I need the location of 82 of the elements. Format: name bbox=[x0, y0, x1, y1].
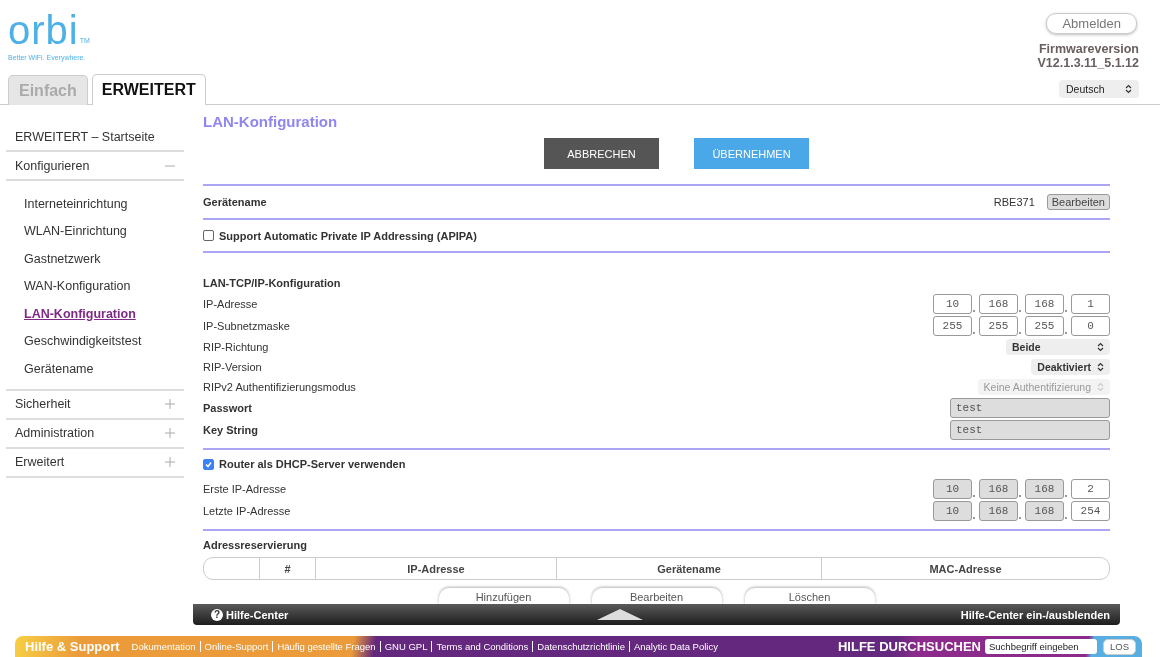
field-label: RIP-Version bbox=[203, 361, 262, 373]
updown-icon bbox=[1097, 362, 1104, 372]
checkbox[interactable] bbox=[203, 458, 214, 470]
ip-octet-field: 168 bbox=[1025, 501, 1064, 521]
sidebar-item[interactable]: ERWEITERT – Startseite bbox=[15, 129, 155, 144]
search-button[interactable]: LOS bbox=[1103, 638, 1136, 655]
language-select[interactable]: Deutsch bbox=[1059, 80, 1139, 98]
sidebar-item[interactable]: Administration bbox=[15, 426, 95, 440]
updown-icon bbox=[1097, 342, 1104, 352]
dropdown-select[interactable]: Beide bbox=[1006, 339, 1110, 355]
ip-octet-field: 168 bbox=[979, 479, 1018, 499]
table-header-cell: MAC-Adresse bbox=[821, 558, 1109, 579]
dropdown-select: Keine Authentifizierung bbox=[977, 379, 1110, 395]
sidebar-item[interactable]: Gerätename bbox=[24, 361, 94, 376]
ip-octet-field[interactable]: 254 bbox=[1071, 501, 1110, 521]
sidebar-item[interactable]: Erweitert bbox=[15, 455, 65, 469]
expand-icon[interactable] bbox=[165, 399, 175, 409]
sidebar-item[interactable]: Interneteinrichtung bbox=[24, 196, 128, 211]
ip-octet-field: 10 bbox=[933, 501, 972, 521]
section-heading: Adressreservierung bbox=[203, 539, 307, 551]
updown-icon bbox=[1125, 84, 1132, 94]
cancel-button[interactable]: ABBRECHEN bbox=[544, 138, 659, 169]
ip-octet-field: 168 bbox=[979, 501, 1018, 521]
footer-title: Hilfe & Support bbox=[25, 639, 120, 654]
field-label: Key String bbox=[203, 424, 258, 436]
text-field: test bbox=[950, 420, 1110, 440]
footer-link[interactable]: GNU GPL bbox=[379, 641, 432, 652]
expand-icon[interactable] bbox=[165, 457, 175, 467]
field-label: RIP-Richtung bbox=[203, 341, 269, 353]
table-header-cell: Gerätename bbox=[556, 558, 821, 579]
help-icon[interactable]: ? bbox=[211, 608, 223, 621]
field-label: IP-Adresse bbox=[203, 298, 258, 310]
ip-octet-field[interactable]: 255 bbox=[933, 316, 972, 336]
sidebar-item[interactable]: WLAN-Einrichtung bbox=[24, 224, 127, 239]
logout-button[interactable]: Abmelden bbox=[1046, 13, 1137, 34]
ip-octet-field[interactable]: 255 bbox=[979, 316, 1018, 336]
sidebar-item[interactable]: LAN-Konfiguration bbox=[24, 306, 136, 321]
help-center-title: Hilfe-Center bbox=[226, 608, 289, 621]
sidebar-item[interactable]: Geschwindigkeitstest bbox=[24, 334, 142, 349]
ip-octet-field[interactable]: 10 bbox=[933, 294, 972, 314]
ip-octet-field[interactable]: 2 bbox=[1071, 479, 1110, 499]
device-name-value: RBE371 bbox=[993, 196, 1035, 208]
ip-octet-field[interactable]: 0 bbox=[1071, 316, 1110, 336]
table-header-cell: IP-Adresse bbox=[315, 558, 556, 579]
firmware-label: Firmwareversion bbox=[1038, 42, 1139, 56]
search-field[interactable]: Suchbegriff eingeben bbox=[985, 639, 1097, 654]
edit-button[interactable]: Bearbeiten bbox=[1046, 194, 1110, 210]
help-center-toggle[interactable]: Hilfe-Center ein-/ausblenden bbox=[960, 608, 1110, 621]
mode-tab[interactable]: ERWEITERT bbox=[91, 74, 206, 105]
footer-link[interactable]: Analytic Data Policy bbox=[628, 641, 722, 652]
field-label: Gerätename bbox=[203, 196, 267, 208]
ip-octet-field[interactable]: 168 bbox=[979, 294, 1018, 314]
field-label: Letzte IP-Adresse bbox=[203, 505, 291, 517]
text-field: test bbox=[950, 398, 1110, 418]
checkbox[interactable] bbox=[203, 230, 214, 241]
search-title: HILFE DURCHSUCHEN bbox=[838, 639, 981, 654]
sidebar-item[interactable]: Konfigurieren bbox=[15, 158, 90, 173]
table-header-cell: # bbox=[259, 558, 315, 579]
dropdown-select[interactable]: Deaktiviert bbox=[1031, 359, 1110, 375]
sidebar-item[interactable]: Sicherheit bbox=[15, 397, 71, 411]
footer-link[interactable]: Datenschutzrichtlinie bbox=[532, 641, 629, 652]
expand-icon[interactable] bbox=[165, 428, 175, 438]
field-label: RIPv2 Authentifizierungsmodus bbox=[203, 381, 356, 393]
ip-octet-field[interactable]: 255 bbox=[1025, 316, 1064, 336]
logo-wordmark: orbi bbox=[8, 12, 79, 48]
field-label: IP-Subnetzmaske bbox=[203, 320, 290, 332]
firmware-version: V12.1.3.11_5.1.12 bbox=[1037, 56, 1139, 70]
page-title: LAN-Konfiguration bbox=[203, 113, 339, 131]
sidebar-item[interactable]: Gastnetzwerk bbox=[24, 251, 101, 266]
updown-icon bbox=[1097, 382, 1104, 392]
sidebar-item[interactable]: WAN-Konfiguration bbox=[24, 279, 131, 294]
section-heading: LAN-TCP/IP-Konfiguration bbox=[203, 277, 341, 289]
field-label: Erste IP-Adresse bbox=[203, 483, 287, 495]
checkbox-label: Router als DHCP-Server verwenden bbox=[219, 458, 406, 470]
triangle-icon[interactable] bbox=[597, 609, 643, 620]
field-label: Passwort bbox=[203, 402, 252, 414]
checkbox-label: Support Automatic Private IP Addressing (APIPA) bbox=[219, 229, 477, 242]
ip-octet-field[interactable]: 1 bbox=[1071, 294, 1110, 314]
ip-octet-field: 10 bbox=[933, 479, 972, 499]
ip-octet-field: 168 bbox=[1025, 479, 1064, 499]
footer-link[interactable]: Terms and Conditions bbox=[431, 641, 533, 652]
ip-octet-field[interactable]: 168 bbox=[1025, 294, 1064, 314]
